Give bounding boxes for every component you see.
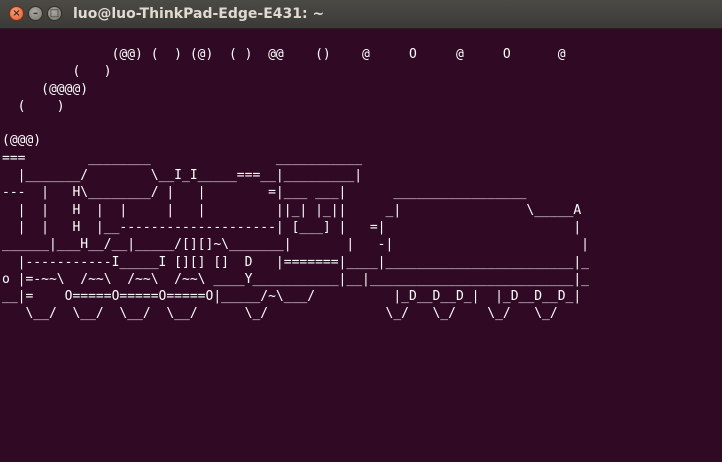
terminal-line: --- | H\________/ | | =|___ ___| _______… [2, 185, 527, 201]
terminal-line: (@@@) [2, 133, 42, 149]
terminal-line: |-----------I_____I [][] [] D |=======|_… [2, 254, 589, 270]
terminal-line: ______|___H__/__|_____/[][]~\_______| | … [2, 237, 589, 253]
terminal-line: |_______/ \__I_I_____===__|_________| [2, 168, 363, 184]
close-icon[interactable]: × [9, 6, 24, 21]
terminal-output[interactable]: (@@) ( ) (@) ( ) @@ () @ O @ O @ ( ) (@@… [0, 29, 722, 462]
window-title: luo@luo-ThinkPad-Edge-E431: ~ [73, 6, 325, 22]
terminal-line: ( ) [2, 64, 112, 80]
terminal-line: \__/ \__/ \__/ \__/ \_/ \_/ \_/ \_/ \_/ [2, 306, 558, 322]
terminal-line: (@@) ( ) (@) ( ) @@ () @ O @ O @ [2, 47, 566, 62]
terminal-line: ( ) [2, 98, 65, 114]
terminal-window: × – □ luo@luo-ThinkPad-Edge-E431: ~ (@@)… [0, 0, 722, 462]
terminal-line: | | H |__--------------------| [___] | =… [2, 219, 582, 235]
terminal-line: | | H | | | | ||_| |_|| _| \_____A [2, 202, 582, 218]
minimize-icon[interactable]: – [28, 6, 43, 21]
terminal-line: (@@@@) [2, 81, 89, 97]
terminal-line: o |=-~~\ /~~\ /~~\ /~~\ ____Y___________… [2, 271, 589, 287]
ascii-train-art: (@@) ( ) (@) ( ) @@ () @ O @ O @ ( ) (@@… [2, 46, 589, 323]
maximize-icon[interactable]: □ [47, 6, 62, 21]
terminal-line: === ________ ___________ [2, 150, 363, 166]
terminal-line: __|= O=====O=====O=====O|_____/~\___/ |_… [2, 289, 582, 305]
title-bar[interactable]: × – □ luo@luo-ThinkPad-Edge-E431: ~ [0, 0, 722, 29]
